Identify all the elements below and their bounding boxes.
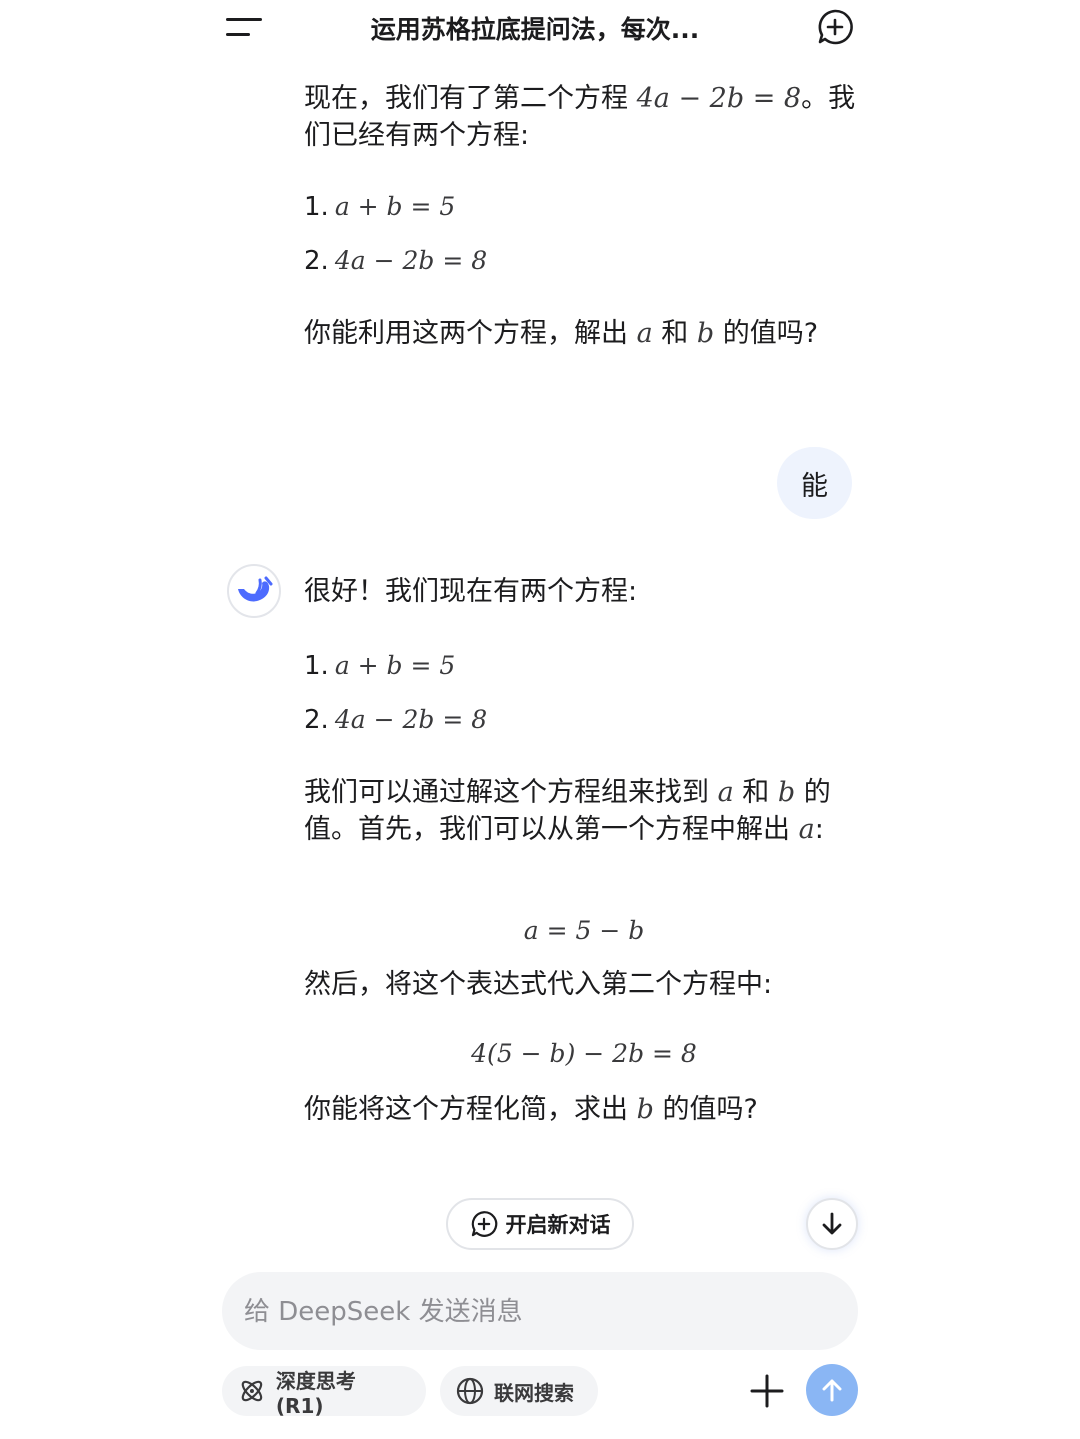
user-message-text: 能 [801,470,828,502]
deep-think-toggle[interactable]: 深度思考 (R1) [222,1366,426,1418]
assistant-explanation-text: 然后，将这个表达式代入第二个方程中: [304,969,773,1000]
equation-list-item: 1. a + b = 5 [304,192,456,222]
menu-icon[interactable] [226,16,262,38]
scroll-to-bottom-button[interactable] [806,1198,858,1250]
assistant-question-text: 你能将这个方程化简，求出 b 的值吗? [304,1094,758,1125]
app-header: 运用苏格拉底提问法，每次... [0,0,1080,56]
assistant-intro-text: 很好！我们现在有两个方程: [304,576,638,607]
attach-button[interactable] [744,1368,790,1414]
chat-title[interactable]: 运用苏格拉底提问法，每次... [300,10,770,46]
equation-list-item: 2. 4a − 2b = 8 [304,246,488,276]
web-search-label: 联网搜索 [494,1380,574,1405]
inline-equation: 4a − 2b = 8 [636,83,802,114]
assistant-question-text: 你能利用这两个方程，解出 a 和 b 的值吗? [304,318,819,349]
message-input[interactable] [242,1272,842,1352]
user-message-bubble: 能 [777,447,852,519]
plus-icon [750,1374,784,1408]
send-button[interactable] [806,1364,858,1416]
assistant-explanation-text: 我们可以通过解这个方程组来找到 a 和 b 的值。首先，我们可以从第一个方程中解… [304,777,831,845]
deepseek-whale-icon [227,564,281,618]
globe-icon [456,1377,484,1405]
new-chat-label: 开启新对话 [505,1213,611,1237]
new-chat-button[interactable]: 开启新对话 [446,1198,634,1250]
equation-list-item: 2. 4a − 2b = 8 [304,705,488,735]
assistant-intro-text: 现在，我们有了第二个方程 4a − 2b = 8。我们已经有两个方程: [304,83,856,151]
web-search-toggle[interactable]: 联网搜索 [440,1366,598,1416]
display-equation: 4(5 − b) − 2b = 8 [471,1039,697,1068]
equation-list-item: 1. a + b = 5 [304,651,456,681]
display-equation: a = 5 − b [523,916,645,945]
new-chat-icon[interactable] [816,8,854,46]
atom-icon [241,1380,263,1402]
new-chat-icon [471,1211,497,1237]
message-input-container [222,1272,858,1352]
arrow-up-icon [822,1379,842,1402]
deep-think-label: 深度思考 (R1) [275,1368,356,1418]
arrow-down-icon [822,1212,842,1235]
